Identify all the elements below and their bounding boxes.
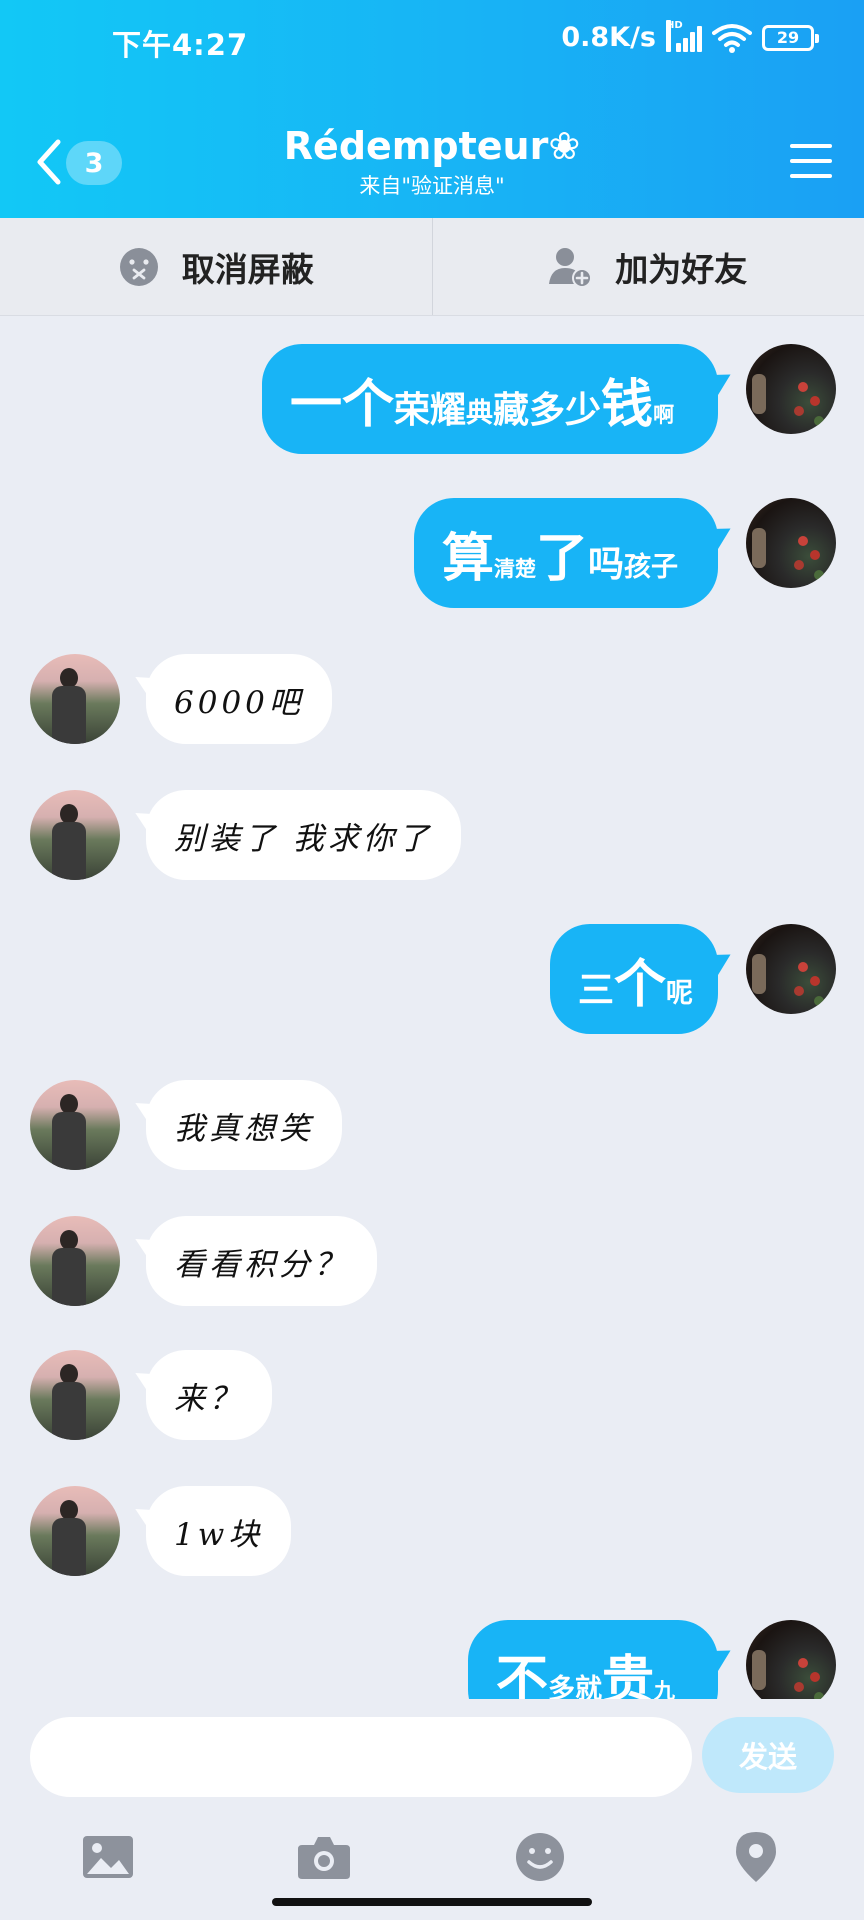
unblock-face-icon bbox=[119, 247, 158, 286]
contact-name: Rédempteur bbox=[283, 124, 549, 168]
contact-avatar[interactable] bbox=[30, 1350, 120, 1440]
battery-icon: 29 bbox=[762, 24, 819, 51]
message-text: 来？ bbox=[174, 1380, 244, 1417]
unread-count-badge[interactable]: 3 bbox=[66, 141, 122, 185]
camera-icon[interactable] bbox=[294, 1829, 354, 1885]
message-text-segment: 啊 bbox=[653, 402, 675, 427]
image-icon[interactable] bbox=[78, 1829, 138, 1885]
message-text-segment: 藏多少 bbox=[493, 389, 602, 431]
add-friend-icon bbox=[549, 247, 593, 288]
wifi-icon bbox=[712, 23, 752, 53]
message-text-segment: 不 bbox=[496, 1650, 549, 1700]
unblock-label: 取消屏蔽 bbox=[181, 249, 314, 289]
location-icon[interactable] bbox=[726, 1829, 786, 1885]
emoji-icon[interactable] bbox=[510, 1829, 570, 1885]
add-friend-button[interactable]: 加为好友 bbox=[431, 218, 864, 315]
message-text-segment: 三 bbox=[578, 969, 615, 1011]
message-bubble-outgoing[interactable]: 算清楚了吗孩子 bbox=[414, 498, 718, 608]
message-text-segment: 呢 bbox=[666, 977, 694, 1009]
message-text: 看看积分？ bbox=[174, 1246, 349, 1283]
message-text-segment: 算 bbox=[442, 528, 495, 589]
message-bubble-incoming[interactable]: 来？ bbox=[146, 1350, 272, 1440]
chat-title: Rédempteur❀ bbox=[232, 124, 632, 168]
chat-subtitle: 来自"验证消息" bbox=[359, 174, 505, 198]
message-text: 别装了 我求你了 bbox=[174, 820, 433, 857]
message-bubble-incoming[interactable]: 6000吧 bbox=[146, 654, 332, 744]
contact-avatar[interactable] bbox=[30, 654, 120, 744]
composer-bar: 发送 bbox=[0, 1699, 864, 1920]
message-bubble-incoming[interactable]: 我真想笑 bbox=[146, 1080, 342, 1170]
my-avatar[interactable] bbox=[746, 344, 836, 434]
message-text-segment: 吗 bbox=[588, 543, 625, 585]
unblock-button[interactable]: 取消屏蔽 bbox=[0, 218, 432, 315]
message-text: 6000吧 bbox=[174, 684, 304, 721]
message-text-segment: 多就 bbox=[548, 1673, 603, 1700]
message-text-segment: 荣耀 bbox=[394, 389, 467, 431]
message-input[interactable] bbox=[30, 1717, 692, 1797]
home-indicator[interactable] bbox=[272, 1898, 592, 1906]
status-indicators: 0.8K/s HD 29 bbox=[561, 19, 819, 53]
message-text-segment: 一个 bbox=[290, 374, 395, 435]
header: 下午4:27 0.8K/s HD 29 3 Rédempteur❀ 来自"验证消… bbox=[0, 0, 864, 218]
message-bubble-outgoing[interactable]: 一个荣耀典藏多少钱啊 bbox=[262, 344, 718, 454]
message-text-segment: 贵 bbox=[602, 1650, 655, 1700]
contact-avatar[interactable] bbox=[30, 1080, 120, 1170]
message-bubble-outgoing[interactable]: 三个呢 bbox=[550, 924, 718, 1034]
message-text-segment: 钱 bbox=[601, 374, 654, 435]
my-avatar[interactable] bbox=[746, 1620, 836, 1699]
status-time: 下午4:27 bbox=[112, 28, 249, 62]
message-text: 一个荣耀典藏多少钱啊 bbox=[290, 362, 674, 437]
message-bubble-incoming[interactable]: 别装了 我求你了 bbox=[146, 790, 461, 880]
my-avatar[interactable] bbox=[746, 924, 836, 1014]
contact-avatar[interactable] bbox=[30, 790, 120, 880]
message-text: 算清楚了吗孩子 bbox=[442, 516, 678, 591]
battery-level: 29 bbox=[776, 28, 800, 47]
menu-icon[interactable] bbox=[790, 144, 832, 180]
message-bubble-incoming[interactable]: 看看积分？ bbox=[146, 1216, 377, 1306]
message-text-segment: 了 bbox=[536, 528, 589, 589]
message-text-segment: 九 bbox=[654, 1678, 676, 1700]
signal-icon: HD bbox=[666, 19, 702, 52]
message-text: 不多就贵九 bbox=[496, 1638, 675, 1700]
network-speed: 0.8K/s bbox=[561, 22, 656, 53]
message-text: 1w块 bbox=[174, 1516, 264, 1553]
my-avatar[interactable] bbox=[746, 498, 836, 588]
message-bubble-incoming[interactable]: 1w块 bbox=[146, 1486, 292, 1576]
chat-title-block: Rédempteur❀ 来自"验证消息" bbox=[232, 124, 632, 200]
message-text-segment: 清楚 bbox=[494, 556, 537, 581]
contact-avatar[interactable] bbox=[30, 1216, 120, 1306]
message-text-segment: 典 bbox=[466, 397, 494, 429]
message-text: 我真想笑 bbox=[174, 1110, 314, 1147]
back-chevron-icon[interactable] bbox=[34, 138, 64, 186]
hd-badge: HD bbox=[666, 19, 683, 52]
add-friend-label: 加为好友 bbox=[615, 249, 748, 289]
message-bubble-outgoing[interactable]: 不多就贵九 bbox=[468, 1620, 718, 1699]
message-text: 三个呢 bbox=[578, 942, 693, 1017]
message-list[interactable]: 一个荣耀典藏多少钱啊 算清楚了吗孩子 6000吧 别装了 我求你了 三个呢 我真… bbox=[0, 316, 864, 1699]
message-text-segment: 个 bbox=[614, 954, 667, 1015]
flower-icon: ❀ bbox=[548, 124, 581, 168]
stranger-action-bar: 取消屏蔽 加为好友 bbox=[0, 218, 864, 316]
message-text-segment: 孩子 bbox=[624, 551, 679, 583]
send-button[interactable]: 发送 bbox=[702, 1717, 834, 1793]
contact-avatar[interactable] bbox=[30, 1486, 120, 1576]
